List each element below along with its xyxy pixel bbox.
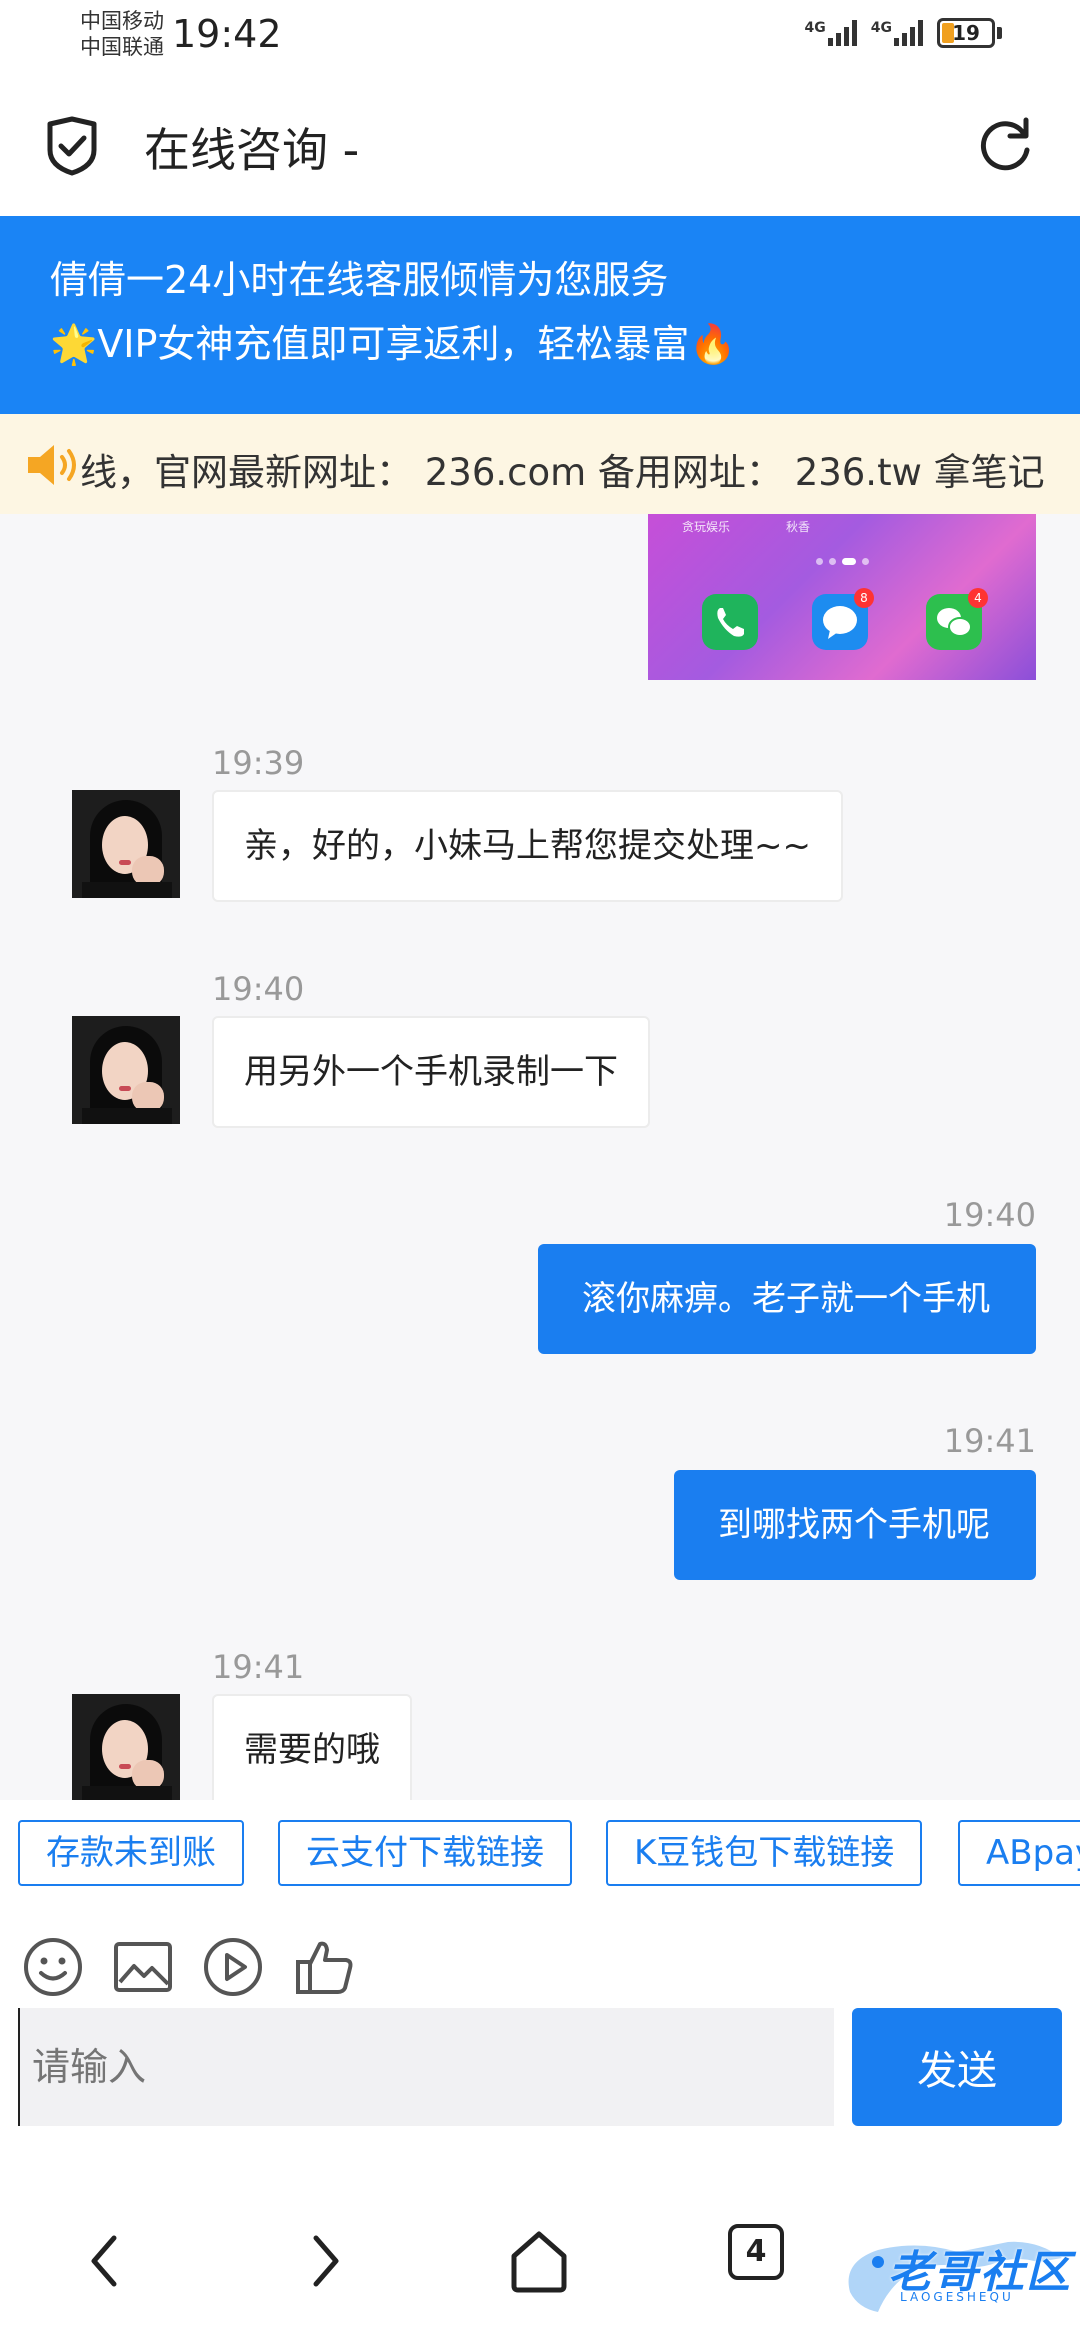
page-header: 在线咨询 -: [0, 70, 1080, 216]
screenshot-label-right: 秋香: [786, 520, 811, 534]
notice-marquee: 线，官网最新网址： 236.com 备用网址： 236.tw 拿笔记: [0, 414, 1080, 514]
agent-avatar[interactable]: [72, 790, 180, 898]
tabs-button[interactable]: 4: [728, 2224, 784, 2280]
back-icon[interactable]: [72, 2226, 142, 2296]
phone-app-icon: [702, 594, 758, 650]
signal-2-icon: 4G: [871, 20, 923, 46]
message-time: 19:39: [212, 744, 305, 782]
wechat-badge: 4: [968, 588, 988, 608]
quick-reply-bar[interactable]: 存款未到账 云支付下载链接 K豆钱包下载链接 ABpay: [0, 1800, 1080, 1912]
status-time: 19:42: [172, 12, 282, 56]
message-time: 19:40: [212, 970, 305, 1008]
send-button[interactable]: 发送: [852, 2008, 1062, 2126]
network-type-2: 4G: [870, 20, 892, 36]
quick-reply-kdou[interactable]: K豆钱包下载链接: [606, 1820, 923, 1886]
carrier-2: 中国联通: [80, 35, 164, 59]
composer: 发送: [0, 2006, 1080, 2126]
agent-avatar[interactable]: [72, 1016, 180, 1124]
home-icon[interactable]: [504, 2226, 574, 2296]
service-banner: 倩倩一24小时在线客服倾情为您服务 🌟VIP女神充值即可享返利，轻松暴富🔥: [0, 216, 1080, 414]
watermark-logo: 老哥社区 LAOGESHEQU: [838, 2222, 1074, 2330]
battery-icon: 19: [937, 18, 995, 48]
image-icon[interactable]: [112, 1936, 174, 1998]
image-message[interactable]: 贪玩娱乐 秋香 8 4: [648, 514, 1036, 680]
refresh-icon[interactable]: [974, 114, 1036, 176]
message-input[interactable]: [18, 2008, 834, 2126]
speaker-icon: [28, 445, 76, 485]
wechat-app-icon: 4: [926, 588, 988, 650]
message-time: 19:41: [943, 1422, 1036, 1460]
battery-level: 19: [952, 21, 980, 45]
shield-check-icon[interactable]: [44, 116, 100, 176]
quick-reply-yunpay[interactable]: 云支付下载链接: [278, 1820, 572, 1886]
page-title: 在线咨询 -: [144, 123, 360, 177]
messages-badge: 8: [854, 588, 874, 608]
incoming-message[interactable]: 亲，好的，小妹马上帮您提交处理~~: [212, 790, 843, 902]
message-time: 19:41: [212, 1648, 305, 1686]
emoji-icon[interactable]: [22, 1936, 84, 1998]
watermark-subtext: LAOGESHEQU: [900, 2290, 1014, 2304]
outgoing-message[interactable]: 到哪找两个手机呢: [674, 1470, 1036, 1580]
status-indicators: 4G 4G 19: [805, 18, 1002, 48]
incoming-message[interactable]: 需要的哦: [212, 1694, 412, 1800]
messages-app-icon: 8: [812, 588, 874, 650]
chat-history[interactable]: 贪玩娱乐 秋香 8 4 19:39 亲，好的，小妹马上帮您提交处理~~ 19:4…: [0, 514, 1080, 1800]
composer-tools: [0, 1912, 1080, 2006]
thumbs-up-icon[interactable]: [294, 1936, 356, 1998]
banner-line-2: 🌟VIP女神充值即可享返利，轻松暴富🔥: [50, 322, 737, 366]
quick-reply-deposit[interactable]: 存款未到账: [18, 1820, 244, 1886]
screenshot-label-left: 贪玩娱乐: [682, 520, 731, 534]
signal-1-icon: 4G: [805, 20, 857, 46]
forward-icon[interactable]: [288, 2226, 358, 2296]
incoming-message[interactable]: 用另外一个手机录制一下: [212, 1016, 650, 1128]
carrier-1: 中国移动: [80, 9, 164, 33]
outgoing-message[interactable]: 滚你麻痹。老子就一个手机: [538, 1244, 1036, 1354]
quick-reply-abpay[interactable]: ABpay: [958, 1820, 1080, 1886]
carrier-names: 中国移动 中国联通: [80, 8, 164, 60]
status-bar: 中国移动 中国联通 19:42 4G 4G 19: [0, 0, 1080, 70]
battery-cap: [997, 27, 1002, 39]
message-time: 19:40: [943, 1196, 1036, 1234]
page-dots: [816, 558, 869, 565]
network-type-1: 4G: [804, 20, 826, 36]
banner-line-1: 倩倩一24小时在线客服倾情为您服务: [50, 258, 669, 302]
video-icon[interactable]: [202, 1936, 264, 1998]
agent-avatar[interactable]: [72, 1694, 180, 1800]
notice-text: 线，官网最新网址： 236.com 备用网址： 236.tw 拿笔记: [80, 451, 1045, 494]
browser-navbar: 4 老哥社区 LAOGESHEQU: [0, 2126, 1080, 2340]
